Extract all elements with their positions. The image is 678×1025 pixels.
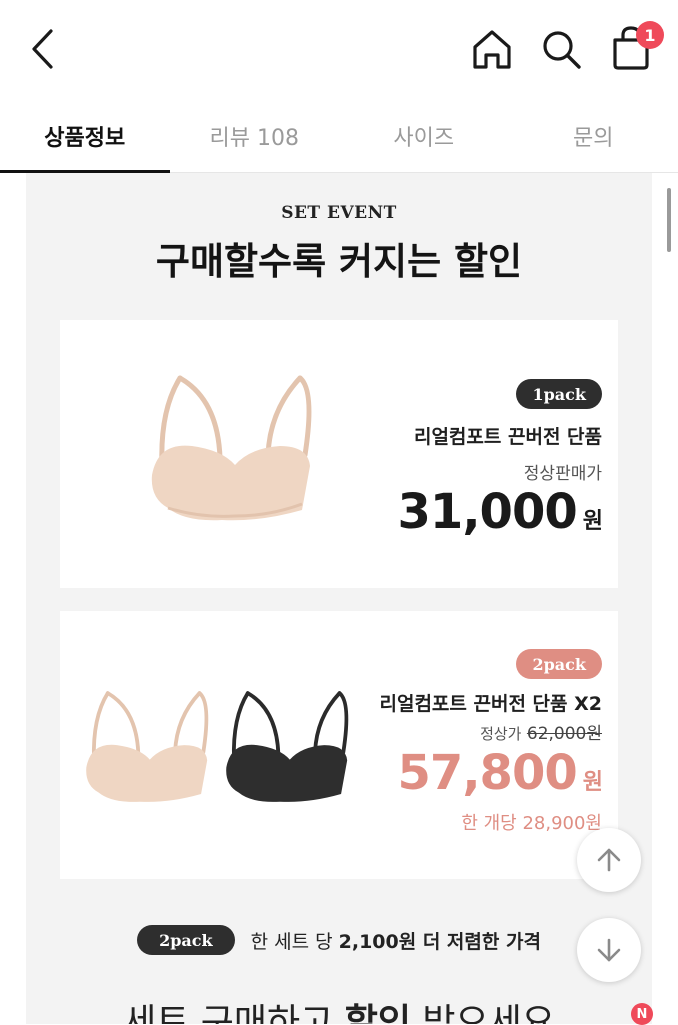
tab-reviews[interactable]: 리뷰 108: [170, 100, 340, 172]
note-text: 한 세트 당 2,100원 더 저렴한 가격: [251, 927, 541, 954]
price: 31,000원: [398, 484, 602, 540]
product-name: 리얼컴포트 끈버전 단품 X2: [379, 689, 602, 716]
back-button[interactable]: [22, 26, 64, 72]
product-tab-bar: 상품정보 리뷰 108 사이즈 문의: [0, 100, 678, 173]
arrow-up-icon: [595, 846, 623, 874]
scroll-to-top-button[interactable]: [577, 828, 641, 892]
set-discount-note: 2pack 한 세트 당 2,100원 더 저렴한 가격: [26, 925, 652, 955]
cart-count-badge: 1: [636, 21, 664, 49]
beige-bra-image: [140, 370, 320, 540]
original-price: 62,000원: [527, 724, 602, 744]
set-purchase-heading: 세트 구매하고 할인 받으세요: [26, 993, 652, 1024]
black-bra-image: [216, 687, 356, 817]
beige-bra-image: [76, 687, 216, 817]
price-currency: 원: [583, 509, 602, 534]
original-price-row: 정상가 62,000원: [480, 719, 602, 744]
sale-price-amount: 57,800: [398, 745, 577, 801]
heading-part-1: 세트 구매하고: [123, 1002, 333, 1024]
scrollbar-thumb[interactable]: [667, 188, 671, 252]
search-icon: [539, 27, 583, 71]
note-text-prefix: 한 세트 당: [251, 931, 333, 953]
price-label: 정상판매가: [524, 459, 602, 484]
event-title: 구매할수록 커지는 할인: [26, 231, 652, 285]
tab-size[interactable]: 사이즈: [339, 100, 509, 172]
tab-inquiry[interactable]: 문의: [509, 100, 678, 172]
arrow-down-icon: [595, 936, 623, 964]
sale-price: 57,800원: [398, 745, 602, 801]
scroll-to-bottom-button[interactable]: [577, 918, 641, 982]
pack-badge: 2pack: [137, 925, 235, 955]
product-detail-content[interactable]: SET EVENT 구매할수록 커지는 할인 1pack 리얼컴포트 끈버전 단…: [26, 173, 652, 1024]
new-badge: N: [631, 1003, 653, 1025]
home-button[interactable]: [466, 24, 518, 74]
search-button[interactable]: [536, 24, 586, 74]
heading-part-bold: 할인: [345, 1002, 411, 1024]
pack-badge: 2pack: [516, 649, 602, 679]
heading-part-2: 받으세요: [422, 1002, 554, 1024]
price-amount: 31,000: [398, 484, 577, 540]
set-event-eyebrow: SET EVENT: [26, 203, 652, 223]
chevron-left-icon: [29, 28, 57, 70]
home-icon: [470, 27, 514, 71]
note-text-bold: 2,100원 더 저렴한 가격: [339, 931, 541, 953]
sale-price-currency: 원: [583, 770, 602, 795]
top-app-bar: 1: [0, 0, 678, 100]
product-name: 리얼컴포트 끈버전 단품: [414, 422, 602, 449]
product-card-2pack: 2pack 리얼컴포트 끈버전 단품 X2 정상가 62,000원 57,800…: [60, 611, 618, 879]
tab-product-info[interactable]: 상품정보: [0, 100, 170, 172]
per-unit-price: 한 개당 28,900원: [461, 809, 602, 835]
original-price-label: 정상가: [480, 725, 521, 743]
pack-badge: 1pack: [516, 379, 602, 409]
product-card-1pack: 1pack 리얼컴포트 끈버전 단품 정상판매가 31,000원: [60, 320, 618, 588]
